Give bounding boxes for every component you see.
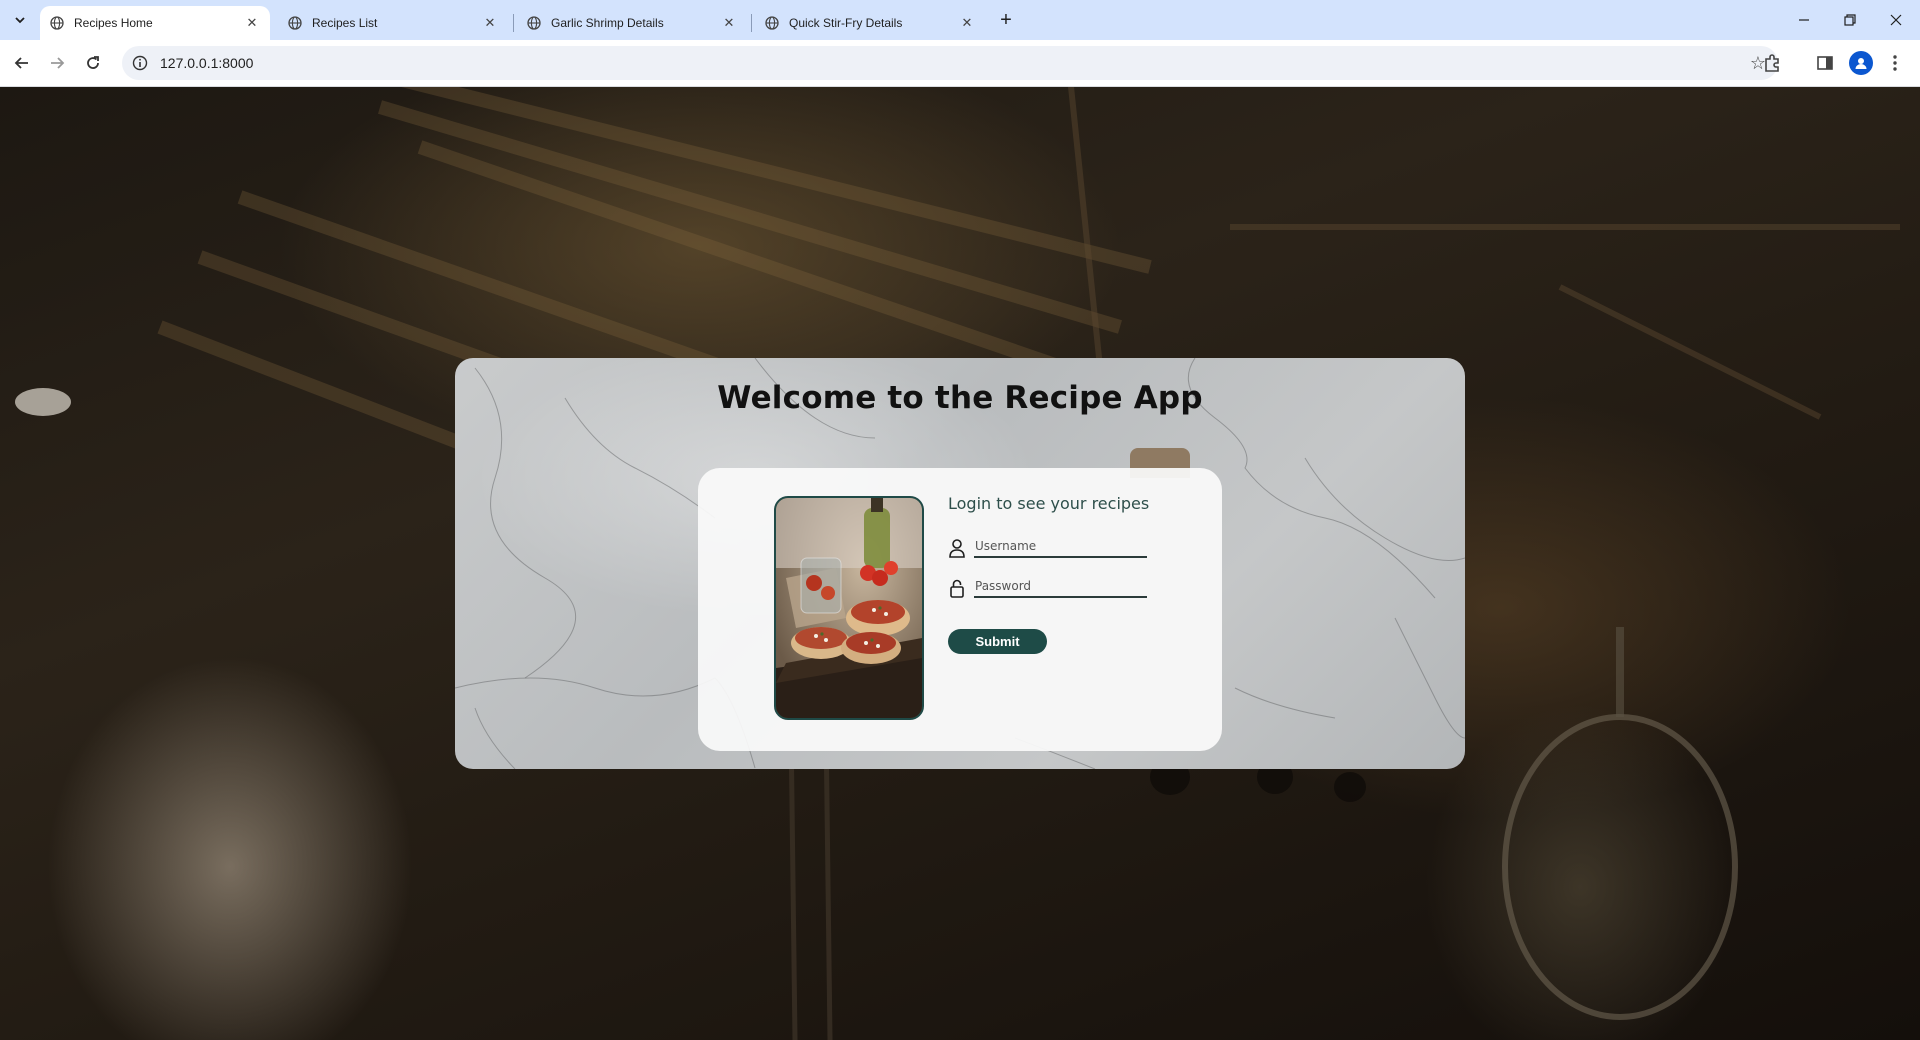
tab-recipes-home[interactable]: Recipes Home ✕ (40, 6, 270, 40)
browser-toolbar: 127.0.0.1:8000 ☆ (0, 40, 1920, 87)
back-arrow-icon[interactable] (8, 49, 36, 77)
forward-arrow-icon[interactable] (43, 49, 71, 77)
close-icon[interactable]: ✕ (482, 15, 498, 31)
tab-strip: Recipes Home ✕ Recipes List ✕ Garlic Shr… (0, 0, 1920, 40)
welcome-card: Welcome to the Recipe App Login to see y… (455, 358, 1465, 769)
close-icon[interactable]: ✕ (244, 15, 260, 31)
bruschetta-photo (774, 496, 924, 720)
password-field (948, 574, 1158, 600)
site-info-icon[interactable] (132, 55, 148, 71)
tab-title: Recipes Home (74, 16, 153, 30)
page-background: Welcome to the Recipe App Login to see y… (0, 87, 1920, 1040)
page-title: Welcome to the Recipe App (717, 380, 1203, 416)
tab-title: Quick Stir-Fry Details (789, 16, 903, 30)
close-icon[interactable]: ✕ (959, 15, 975, 31)
tab-quick-stir-fry-details[interactable]: Quick Stir-Fry Details ✕ (755, 6, 985, 40)
close-icon[interactable]: ✕ (721, 15, 737, 31)
password-input[interactable] (974, 576, 1147, 598)
lock-icon (950, 579, 964, 598)
globe-icon (527, 16, 541, 30)
address-bar[interactable]: 127.0.0.1:8000 ☆ (122, 46, 1778, 80)
tab-garlic-shrimp-details[interactable]: Garlic Shrimp Details ✕ (517, 6, 747, 40)
username-input[interactable] (974, 536, 1147, 558)
submit-button[interactable]: Submit (948, 629, 1047, 654)
login-panel: Login to see your recipes Submit (698, 468, 1222, 751)
window-close-icon[interactable] (1873, 0, 1919, 40)
tab-title: Garlic Shrimp Details (551, 16, 664, 30)
tab-search-chevron-icon[interactable] (8, 8, 32, 32)
globe-icon (765, 16, 779, 30)
globe-icon (288, 16, 302, 30)
minimize-icon[interactable] (1781, 0, 1827, 40)
restore-icon[interactable] (1827, 0, 1873, 40)
tab-separator (751, 14, 752, 32)
username-field (948, 534, 1158, 560)
login-heading: Login to see your recipes (948, 494, 1150, 513)
new-tab-plus-icon[interactable]: + (992, 9, 1020, 31)
profile-avatar-icon[interactable] (1849, 51, 1873, 75)
extensions-puzzle-icon[interactable] (1760, 51, 1784, 75)
reload-icon[interactable] (79, 49, 107, 77)
tab-title: Recipes List (312, 16, 378, 30)
side-panel-icon[interactable] (1813, 51, 1837, 75)
more-menu-icon[interactable] (1883, 51, 1907, 75)
globe-icon (50, 16, 64, 30)
url-text[interactable]: 127.0.0.1:8000 (160, 55, 253, 71)
tab-recipes-list[interactable]: Recipes List ✕ (278, 6, 508, 40)
tab-separator (513, 14, 514, 32)
user-icon (949, 539, 965, 558)
